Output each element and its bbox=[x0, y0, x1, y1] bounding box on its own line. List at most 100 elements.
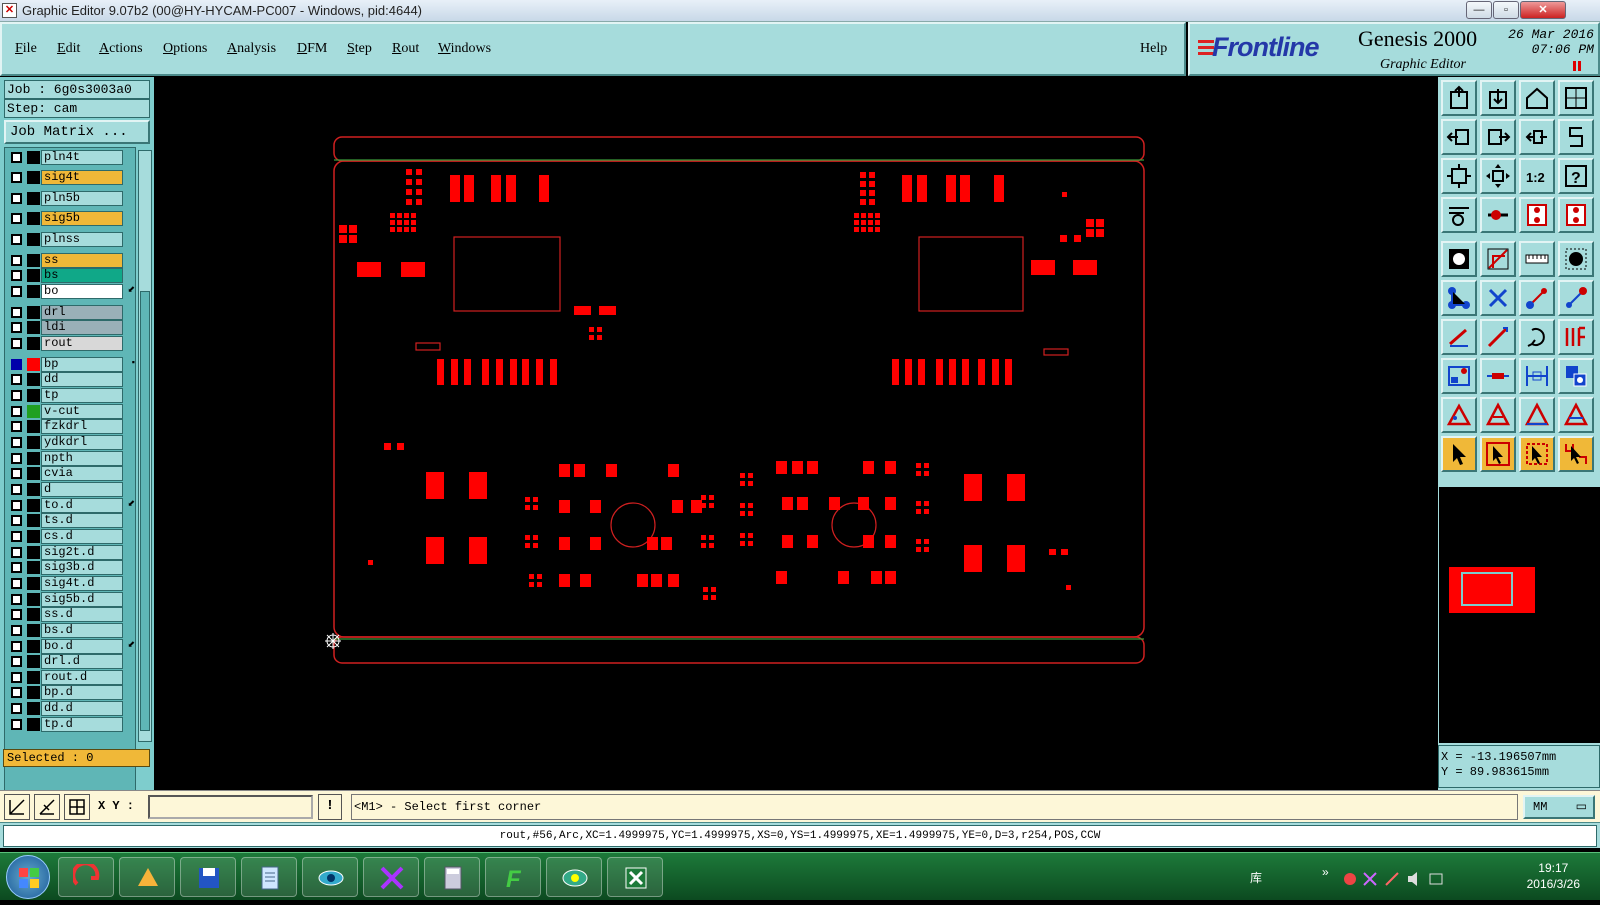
maximize-button[interactable]: ▫ bbox=[1493, 1, 1519, 19]
minimize-button[interactable]: — bbox=[1466, 1, 1492, 19]
layer-row-ts-d[interactable]: ts.d bbox=[5, 513, 135, 528]
cut-tool-button[interactable] bbox=[1441, 241, 1477, 277]
layer-row-pln5b[interactable]: pln5b bbox=[5, 191, 135, 206]
tray-icons[interactable] bbox=[1342, 871, 1462, 887]
layer-checkbox[interactable] bbox=[11, 641, 22, 652]
layer-checkbox[interactable] bbox=[11, 307, 22, 318]
layer-checkbox[interactable] bbox=[11, 484, 22, 495]
layer-row-v-cut[interactable]: v-cut bbox=[5, 404, 135, 419]
layer-checkbox[interactable] bbox=[11, 338, 22, 349]
copy-tool-button[interactable] bbox=[1558, 358, 1594, 394]
layer-checkbox[interactable] bbox=[11, 547, 22, 558]
menu-edit[interactable]: Edit bbox=[57, 41, 80, 57]
layer-checkbox[interactable] bbox=[11, 531, 22, 542]
select-net-button[interactable] bbox=[1558, 436, 1594, 472]
layer-checkbox[interactable] bbox=[11, 656, 22, 667]
selection-filter-button[interactable] bbox=[1558, 197, 1594, 233]
layer-row-tp[interactable]: tp bbox=[5, 388, 135, 403]
home-view-button[interactable] bbox=[1519, 80, 1555, 116]
layer-checkbox[interactable] bbox=[11, 609, 22, 620]
layer-checkbox[interactable] bbox=[11, 255, 22, 266]
layer-checkbox[interactable] bbox=[11, 213, 22, 224]
job-matrix-button[interactable]: Job Matrix ... bbox=[4, 120, 150, 144]
info-button[interactable]: ! bbox=[318, 794, 342, 820]
preview-viewport[interactable] bbox=[1461, 572, 1513, 606]
grid-mode-button[interactable] bbox=[64, 794, 90, 820]
layer-checkbox[interactable] bbox=[11, 390, 22, 401]
layer-checkbox[interactable] bbox=[11, 594, 22, 605]
triangle-d-button[interactable] bbox=[1558, 397, 1594, 433]
layer-checkbox[interactable] bbox=[11, 578, 22, 589]
layer-checkbox[interactable] bbox=[11, 625, 22, 636]
menu-analysis[interactable]: Analysis bbox=[227, 41, 276, 57]
cross-tool-button[interactable] bbox=[1480, 280, 1516, 316]
layer-checkbox[interactable] bbox=[11, 374, 22, 385]
window-titlebar[interactable]: ✕ Graphic Editor 9.07b2 (00@HY-HYCAM-PC0… bbox=[0, 0, 1600, 22]
layer-checkbox[interactable] bbox=[11, 672, 22, 683]
layer-checkbox[interactable] bbox=[11, 152, 22, 163]
polygon-tool-button[interactable] bbox=[1480, 241, 1516, 277]
split-view-button[interactable] bbox=[1558, 80, 1594, 116]
menu-actions[interactable]: Actions bbox=[99, 41, 143, 57]
start-button[interactable] bbox=[6, 855, 50, 899]
layer-row-bs-d[interactable]: bs.d bbox=[5, 623, 135, 638]
layer-row-sig5b-d[interactable]: sig5b.d bbox=[5, 592, 135, 607]
layer-row-tp-d[interactable]: tp.d bbox=[5, 717, 135, 732]
layer-checkbox[interactable] bbox=[11, 515, 22, 526]
zoom-area-button[interactable] bbox=[1441, 158, 1477, 194]
layer-checkbox[interactable] bbox=[11, 687, 22, 698]
xy-input[interactable] bbox=[148, 795, 313, 819]
layer-row-bp-d[interactable]: bp.d bbox=[5, 685, 135, 700]
layer-row-sig2t-d[interactable]: sig2t.d bbox=[5, 545, 135, 560]
layer-row-cvia[interactable]: cvia bbox=[5, 466, 135, 481]
layer-checkbox[interactable] bbox=[11, 719, 22, 730]
input-method-icon[interactable]: 库 bbox=[1250, 869, 1262, 886]
layer-row-bo-d[interactable]: bo.d ⬋ bbox=[5, 639, 135, 654]
layer-checkbox[interactable] bbox=[11, 406, 22, 417]
layer-row-bs[interactable]: bs bbox=[5, 268, 135, 283]
layer-row-sig4t[interactable]: sig4t bbox=[5, 170, 135, 185]
menu-step[interactable]: Step bbox=[347, 41, 372, 57]
layer-row-dd-d[interactable]: dd.d bbox=[5, 701, 135, 716]
layer-row-sig5b[interactable]: sig5b bbox=[5, 211, 135, 226]
snap-mode-button[interactable] bbox=[4, 794, 30, 820]
taskbar-app-viewer[interactable] bbox=[546, 857, 602, 897]
layer-checkbox[interactable] bbox=[11, 437, 22, 448]
layer-row-ss-d[interactable]: ss.d bbox=[5, 607, 135, 622]
select-tool-button[interactable] bbox=[1441, 436, 1477, 472]
measure-button[interactable] bbox=[1441, 197, 1477, 233]
layer-row-sig4t-d[interactable]: sig4t.d bbox=[5, 576, 135, 591]
layer-row-ss[interactable]: ss bbox=[5, 253, 135, 268]
line-hor-button[interactable] bbox=[1480, 358, 1516, 394]
point-tool-button[interactable] bbox=[1558, 241, 1594, 277]
layer-row-cs-d[interactable]: cs.d bbox=[5, 529, 135, 544]
layer-row-sig3b-d[interactable]: sig3b.d bbox=[5, 560, 135, 575]
open-job-button[interactable] bbox=[1441, 80, 1477, 116]
scrollbar-thumb[interactable] bbox=[140, 291, 150, 731]
layer-checkbox[interactable] bbox=[11, 172, 22, 183]
taskbar-app-calc[interactable] bbox=[424, 857, 480, 897]
layer-row-d[interactable]: d bbox=[5, 482, 135, 497]
layer-checkbox[interactable] bbox=[11, 359, 22, 370]
layer-checkbox[interactable] bbox=[11, 703, 22, 714]
layer-row-bp[interactable]: bp ▪ bbox=[5, 357, 135, 372]
move-point-button[interactable] bbox=[1519, 280, 1555, 316]
add-pad-button[interactable] bbox=[1441, 358, 1477, 394]
layer-row-dd[interactable]: dd bbox=[5, 372, 135, 387]
triangle-b-button[interactable] bbox=[1480, 397, 1516, 433]
probe-button[interactable] bbox=[1480, 197, 1516, 233]
menu-dfm[interactable]: DFM bbox=[297, 41, 327, 57]
layer-row-fzkdrl[interactable]: fzkdrl bbox=[5, 419, 135, 434]
taskbar-app-notepad[interactable] bbox=[241, 857, 297, 897]
system-clock[interactable]: 19:17 2016/3/26 bbox=[1527, 860, 1580, 892]
layer-checkbox[interactable] bbox=[11, 421, 22, 432]
pcb-board-view[interactable] bbox=[154, 77, 1438, 790]
layer-row-plnss[interactable]: plnss bbox=[5, 232, 135, 247]
menu-file[interactable]: File bbox=[15, 41, 37, 57]
select-box-button[interactable] bbox=[1480, 436, 1516, 472]
split-tool-button[interactable] bbox=[1558, 319, 1594, 355]
taskbar-app-genesis[interactable] bbox=[363, 857, 419, 897]
layer-checkbox[interactable] bbox=[11, 322, 22, 333]
taskbar-app-eye[interactable] bbox=[302, 857, 358, 897]
taskbar-app-shell[interactable] bbox=[119, 857, 175, 897]
